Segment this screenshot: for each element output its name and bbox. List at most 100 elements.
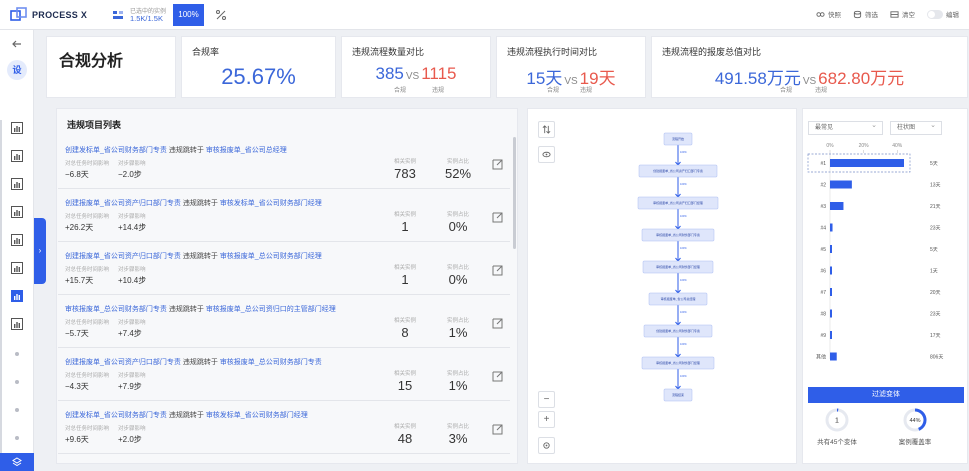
violation-from[interactable]: 创建报废单_省公司资产归口部门专责 bbox=[65, 253, 181, 260]
compliant-label: 合规 bbox=[780, 88, 793, 94]
compliance-rate-title: 合规率 bbox=[192, 47, 220, 57]
snapshot-button[interactable]: 快照 bbox=[816, 9, 841, 19]
violation-to[interactable]: 审核报废单_总公司财务部门经理 bbox=[220, 253, 322, 260]
case-ratio-value: 1% bbox=[448, 325, 468, 340]
violation-to[interactable]: 审核报废单_总公司财务部门专责 bbox=[220, 359, 322, 366]
swap-layout-button[interactable] bbox=[538, 121, 555, 138]
rail-chart-icon[interactable] bbox=[11, 150, 23, 162]
time-impact-value: −5.7天 bbox=[65, 329, 89, 338]
open-detail-icon[interactable] bbox=[492, 159, 503, 170]
violation-row[interactable]: 创建发标单_省公司财务部门专责 违规跳转于 审核发标单_省公司财务部门经理 对总任… bbox=[58, 402, 510, 454]
flow-node[interactable]: 审核报废单_省公司财务部门经理 bbox=[642, 260, 714, 274]
variant-bar-chart[interactable]: 0% 20% 40% #1 5天 #2 13天 #3 21天 #4 23天 #5 5天 #6 1天 #7 20天… bbox=[806, 139, 966, 379]
execution-time-compare: 15天 VS 19天 bbox=[497, 64, 645, 89]
step-impact-label: 对步骤影响 bbox=[118, 373, 146, 379]
flow-node[interactable]: 审核报废单_省公司资产归口部门经理 bbox=[637, 196, 719, 210]
open-detail-icon[interactable] bbox=[492, 424, 503, 435]
rail-chart-icon[interactable] bbox=[11, 206, 23, 218]
variant-bar[interactable] bbox=[830, 180, 852, 189]
list-scrollbar[interactable] bbox=[513, 137, 516, 249]
x-tick-label: 20% bbox=[859, 143, 870, 149]
violation-to[interactable]: 审核报废单_省公司总经理 bbox=[206, 147, 287, 154]
settings-avatar[interactable]: 设 bbox=[7, 60, 27, 80]
violation-path[interactable]: 创建发标单_省公司财务部门专责 违规跳转于 审核发标单_省公司财务部门经理 bbox=[65, 410, 308, 420]
rail-scrollbar[interactable] bbox=[0, 120, 2, 460]
variant-bar[interactable] bbox=[830, 309, 832, 318]
filter-button[interactable]: 筛选 bbox=[853, 9, 878, 19]
expand-rail-button[interactable]: › bbox=[34, 218, 46, 284]
step-impact-label: 对步骤影响 bbox=[118, 320, 146, 326]
visibility-button[interactable] bbox=[538, 146, 555, 163]
violation-path[interactable]: 创建发标单_省公司财务部门专责 违规跳转于 审核报废单_省公司总经理 bbox=[65, 145, 287, 155]
variant-bar[interactable] bbox=[830, 266, 832, 275]
violation-to[interactable]: 审核发标单_省公司财务部门经理 bbox=[206, 412, 308, 419]
percent-format-icon[interactable] bbox=[215, 9, 227, 21]
percent-button[interactable]: 100% bbox=[173, 4, 204, 26]
flow-node[interactable]: 创建报废单_省公司资产归口部门专责 bbox=[638, 164, 718, 178]
metric-dropdown[interactable]: 最常见 bbox=[808, 120, 883, 135]
flow-start-node[interactable]: 流程开始 bbox=[663, 132, 693, 146]
flow-node[interactable]: 审核报废单_省公司财务部门经理 bbox=[641, 356, 715, 370]
violation-path[interactable]: 创建报废单_省公司资产归口部门专责 违规跳转于 审核发标单_省公司财务部门经理 bbox=[65, 198, 322, 208]
filter-label: 筛选 bbox=[865, 12, 878, 19]
variant-total-label: 共有45个变体 bbox=[817, 439, 857, 446]
rail-chart-icon[interactable] bbox=[11, 234, 23, 246]
violation-row[interactable]: 创建报废单_省公司资产归口部门专责 违规跳转于 审核发标单_省公司财务部门经理对… bbox=[58, 190, 510, 242]
compliant-label: 合规 bbox=[547, 88, 560, 94]
violation-label: 违规 bbox=[432, 88, 445, 94]
process-flow-diagram[interactable]: 100% 100% 100% 100% 100% 100% 100% 100% 流程开始创建报废… bbox=[598, 129, 758, 429]
rail-dot-item[interactable] bbox=[15, 408, 19, 412]
flow-node-label: 审核报废单_省公司总经理 bbox=[661, 296, 696, 301]
violation-from[interactable]: 创建发标单_省公司财务部门专责 bbox=[65, 412, 167, 419]
rail-dot-item[interactable] bbox=[15, 436, 19, 440]
flow-end-node[interactable]: 流程结束 bbox=[663, 388, 693, 402]
violation-row[interactable]: 创建发标单_省公司财务部门专责 违规跳转于 审核报废单_省公司总经理 对总任务时间… bbox=[58, 137, 510, 189]
violation-to[interactable]: 审核发标单_省公司财务部门经理 bbox=[220, 200, 322, 207]
violation-path[interactable]: 审核报废单_总公司财务部门专责 违规跳转于 审核报废单_总公司资归口的主管部门经… bbox=[65, 304, 336, 314]
edit-toggle[interactable]: 编辑 bbox=[927, 9, 959, 19]
variant-bar[interactable] bbox=[830, 245, 832, 253]
variant-bar[interactable] bbox=[830, 331, 832, 339]
open-detail-icon[interactable] bbox=[492, 371, 503, 382]
violation-from[interactable]: 创建发标单_省公司财务部门专责 bbox=[65, 147, 167, 154]
flow-node[interactable]: 创建报废单_省公司财务部门专责 bbox=[643, 324, 713, 338]
rail-chart-icon[interactable] bbox=[11, 262, 23, 274]
open-detail-icon[interactable] bbox=[492, 265, 503, 276]
rail-dot-item[interactable] bbox=[15, 380, 19, 384]
violation-to[interactable]: 审核报废单_总公司资归口的主管部门经理 bbox=[206, 306, 336, 313]
open-detail-icon[interactable] bbox=[492, 212, 503, 223]
variant-bar[interactable] bbox=[830, 223, 833, 232]
flow-node[interactable]: 审核报废单_省公司财务部门专责 bbox=[641, 228, 715, 242]
rail-chart-icon[interactable] bbox=[11, 122, 23, 134]
back-arrow-icon[interactable] bbox=[11, 38, 23, 50]
filter-variant-button[interactable]: 过滤变体 bbox=[808, 387, 964, 403]
zoom-out-button[interactable]: − bbox=[538, 391, 555, 408]
violation-row[interactable]: 审核报废单_总公司财务部门专责 违规跳转于 审核报废单_总公司资归口的主管部门经… bbox=[58, 296, 510, 348]
violation-from[interactable]: 创建报废单_省公司资产归口部门专责 bbox=[65, 359, 181, 366]
flow-edge-label: 100% bbox=[680, 246, 687, 250]
flow-node[interactable]: 审核报废单_省公司总经理 bbox=[648, 292, 708, 306]
zoom-in-button[interactable]: + bbox=[538, 411, 555, 428]
edit-toggle-switch[interactable] bbox=[927, 9, 943, 19]
fit-view-button[interactable] bbox=[538, 437, 555, 454]
chart-type-dropdown[interactable]: 柱状图 bbox=[890, 120, 942, 135]
rail-chart-icon[interactable] bbox=[11, 290, 23, 302]
violation-row[interactable]: 创建报废单_省公司资产归口部门专责 违规跳转于 审核报废单_总公司财务部门专责对… bbox=[58, 349, 510, 401]
x-tick-label: 40% bbox=[892, 143, 903, 149]
violation-path[interactable]: 创建报废单_省公司资产归口部门专责 违规跳转于 审核报废单_总公司财务部门经理 bbox=[65, 251, 322, 261]
rail-bottom-button[interactable] bbox=[0, 453, 34, 471]
variant-bar[interactable] bbox=[830, 352, 837, 361]
rail-chart-icon[interactable] bbox=[11, 318, 23, 330]
variant-bar[interactable] bbox=[830, 159, 904, 167]
variant-bar[interactable] bbox=[830, 288, 832, 296]
clear-button[interactable]: 清空 bbox=[890, 9, 915, 19]
rail-chart-icon[interactable] bbox=[11, 178, 23, 190]
variant-bar[interactable] bbox=[830, 202, 844, 210]
case-filter-icon[interactable] bbox=[112, 9, 124, 21]
violation-row[interactable]: 创建报废单_省公司资产归口部门专责 违规跳转于 审核报废单_总公司财务部门经理对… bbox=[58, 243, 510, 295]
open-detail-icon[interactable] bbox=[492, 318, 503, 329]
rail-dot-item[interactable] bbox=[15, 352, 19, 356]
violation-from[interactable]: 审核报废单_总公司财务部门专责 bbox=[65, 306, 167, 313]
violation-path[interactable]: 创建报废单_省公司资产归口部门专责 违规跳转于 审核报废单_总公司财务部门专责 bbox=[65, 357, 322, 367]
violation-from[interactable]: 创建报废单_省公司资产归口部门专责 bbox=[65, 200, 181, 207]
